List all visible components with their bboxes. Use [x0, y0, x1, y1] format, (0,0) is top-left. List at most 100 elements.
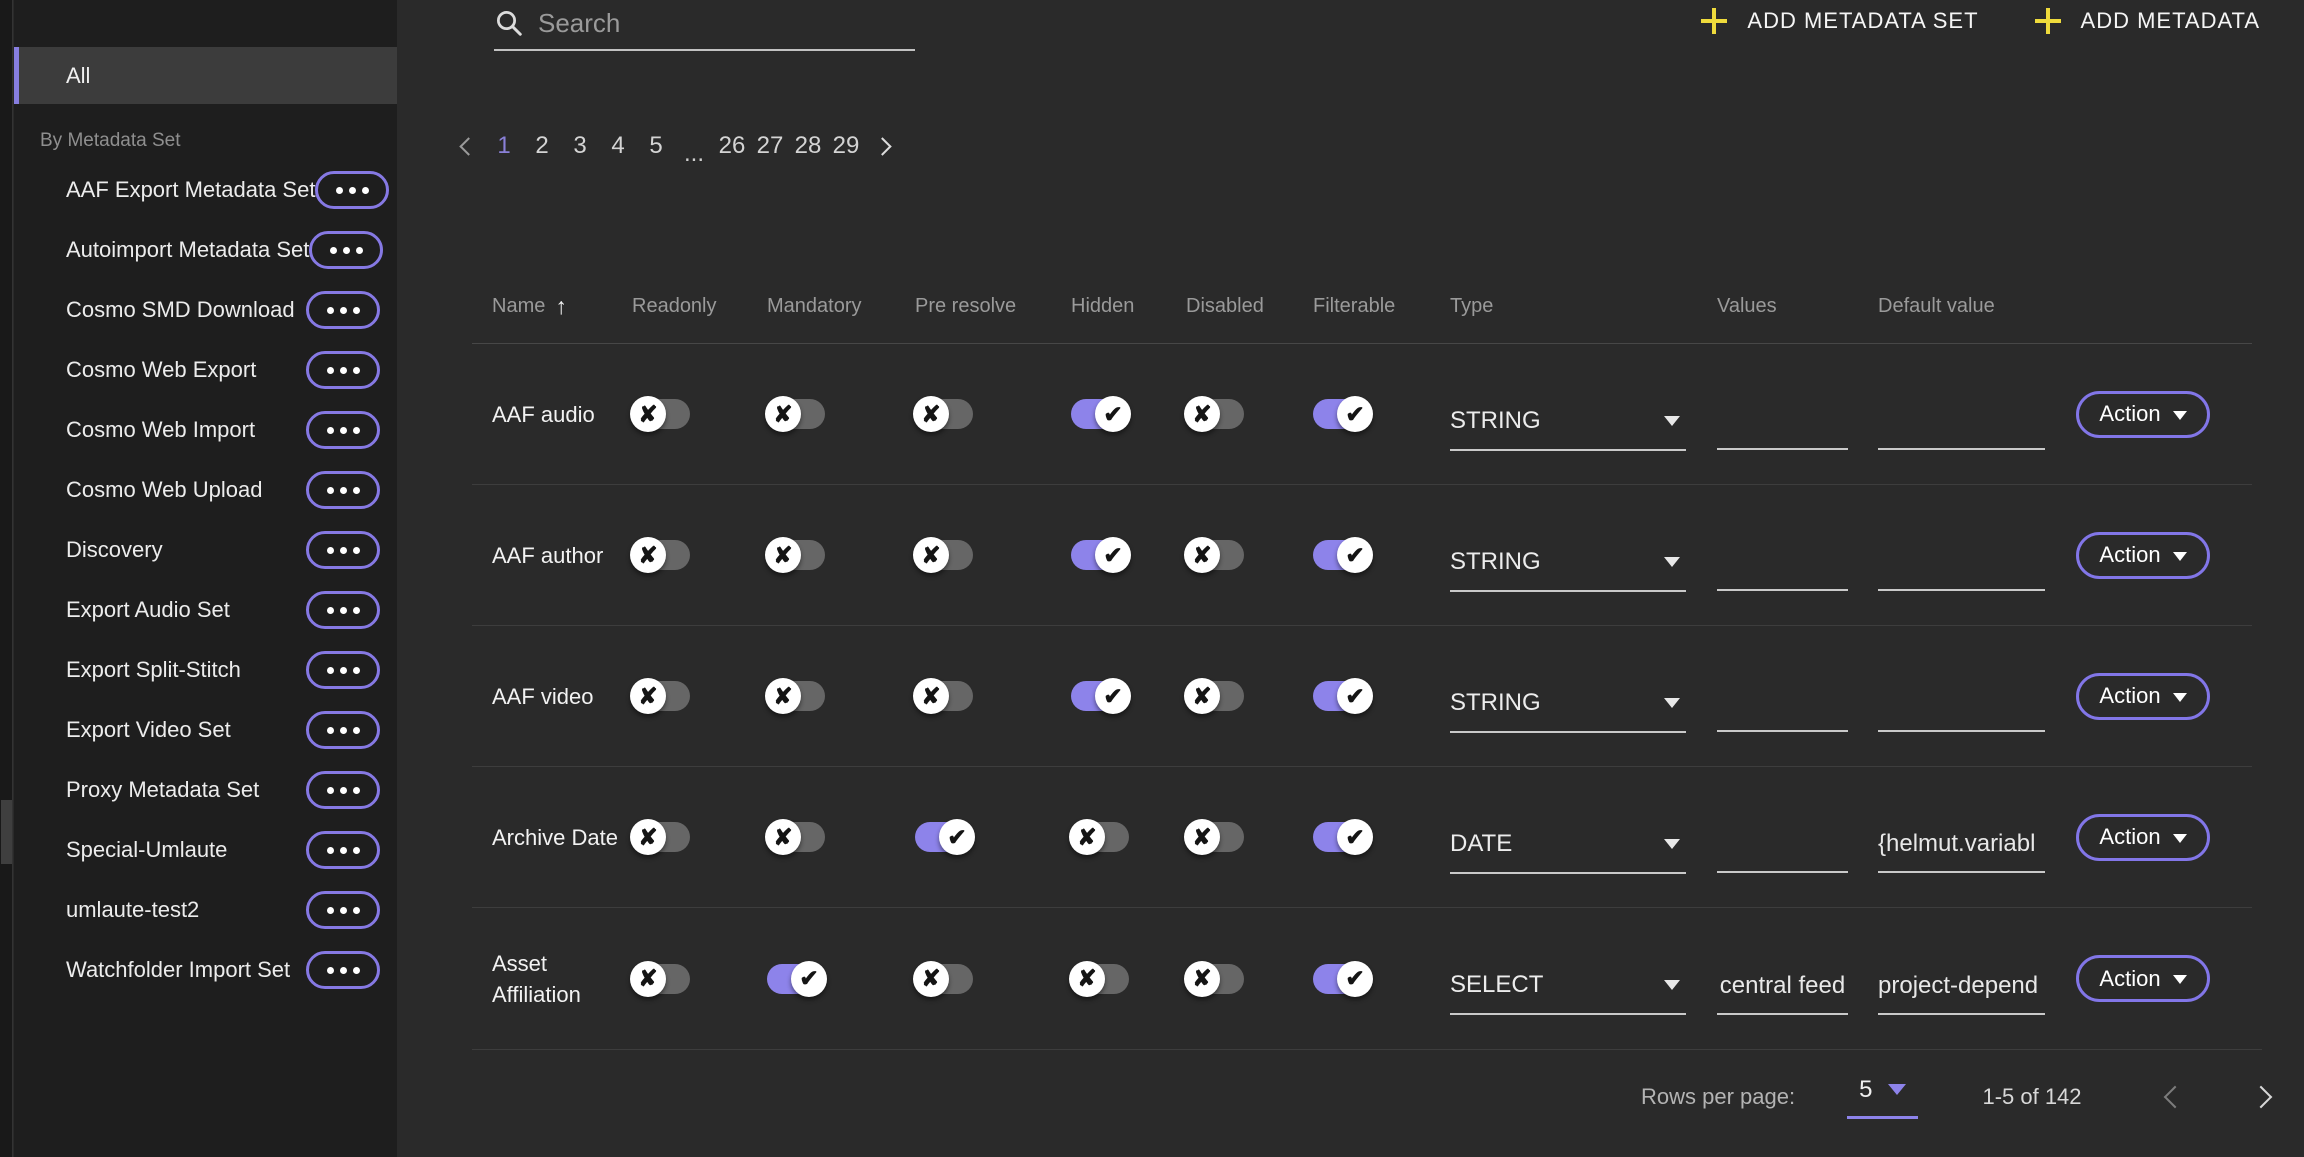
pre-resolve-toggle[interactable]: ✘ [915, 681, 973, 711]
page-button-28[interactable]: 28 [794, 132, 822, 160]
more-options-button[interactable] [309, 231, 383, 269]
default-value-field[interactable] [1878, 688, 2045, 732]
type-select[interactable]: STRING [1450, 406, 1686, 451]
disabled-toggle[interactable]: ✘ [1186, 540, 1244, 570]
filterable-toggle[interactable]: ✔ [1313, 681, 1371, 711]
more-options-button[interactable] [306, 531, 380, 569]
page-button-2[interactable]: 2 [528, 132, 556, 160]
filterable-toggle[interactable]: ✔ [1313, 964, 1371, 994]
disabled-toggle[interactable]: ✘ [1186, 681, 1244, 711]
sidebar-item[interactable]: Discovery [14, 520, 397, 580]
sidebar-item-all[interactable]: All [14, 47, 397, 104]
filterable-toggle[interactable]: ✔ [1313, 822, 1371, 852]
disabled-toggle[interactable]: ✘ [1186, 964, 1244, 994]
sidebar-item[interactable]: Special-Umlaute [14, 820, 397, 880]
default-value-field[interactable]: {helmut.variabl [1878, 829, 2045, 873]
page-next-button[interactable] [870, 128, 894, 164]
pre-resolve-toggle[interactable]: ✘ [915, 399, 973, 429]
type-select[interactable]: STRING [1450, 547, 1686, 592]
values-field[interactable]: central feed [1717, 971, 1848, 1015]
sidebar-item[interactable]: Watchfolder Import Set [14, 940, 397, 1000]
default-value-field[interactable]: project-depend [1878, 971, 2045, 1015]
more-options-button[interactable] [306, 951, 380, 989]
add-metadata-button[interactable]: ADD METADATA [2035, 8, 2260, 34]
pre-resolve-toggle[interactable]: ✘ [915, 540, 973, 570]
filterable-toggle[interactable]: ✔ [1313, 540, 1371, 570]
page-button-4[interactable]: 4 [604, 132, 632, 160]
action-button[interactable]: Action [2076, 955, 2210, 1002]
page-button-3[interactable]: 3 [566, 132, 594, 160]
more-options-button[interactable] [306, 711, 380, 749]
sidebar-item[interactable]: Cosmo Web Import [14, 400, 397, 460]
sidebar-item[interactable]: AAF Export Metadata Set [14, 160, 397, 220]
type-select[interactable]: STRING [1450, 688, 1686, 733]
more-options-button[interactable] [306, 291, 380, 329]
more-options-button[interactable] [306, 471, 380, 509]
sidebar-item[interactable]: umlaute-test2 [14, 880, 397, 940]
sidebar-item[interactable]: Cosmo SMD Download [14, 280, 397, 340]
more-options-button[interactable] [306, 651, 380, 689]
header-name[interactable]: Name ↑ [472, 293, 624, 320]
values-field[interactable] [1717, 688, 1848, 732]
sidebar-item[interactable]: Cosmo Web Upload [14, 460, 397, 520]
values-field[interactable] [1717, 829, 1848, 873]
readonly-toggle[interactable]: ✘ [632, 399, 690, 429]
more-options-button[interactable] [315, 171, 389, 209]
mandatory-toggle[interactable]: ✔ [767, 964, 825, 994]
more-options-button[interactable] [306, 771, 380, 809]
more-options-button[interactable] [306, 351, 380, 389]
action-button[interactable]: Action [2076, 814, 2210, 861]
search-input[interactable] [538, 6, 915, 40]
more-options-button[interactable] [306, 411, 380, 449]
page-button-29[interactable]: 29 [832, 132, 860, 160]
rows-per-page-select[interactable]: 5 [1847, 1076, 1918, 1119]
page-button-26[interactable]: 26 [718, 132, 746, 160]
action-button[interactable]: Action [2076, 391, 2210, 438]
type-select[interactable]: SELECT [1450, 970, 1686, 1015]
more-options-button[interactable] [306, 591, 380, 629]
default-value-field[interactable] [1878, 406, 2045, 450]
hidden-toggle[interactable]: ✔ [1071, 399, 1129, 429]
sidebar-item[interactable]: Proxy Metadata Set [14, 760, 397, 820]
scrollbar-thumb[interactable] [1, 800, 12, 864]
mandatory-toggle[interactable]: ✘ [767, 681, 825, 711]
readonly-toggle[interactable]: ✘ [632, 540, 690, 570]
values-field[interactable] [1717, 547, 1848, 591]
action-button[interactable]: Action [2076, 532, 2210, 579]
sidebar-item[interactable]: Autoimport Metadata Set [14, 220, 397, 280]
pre-resolve-toggle[interactable]: ✔ [915, 822, 973, 852]
page-button-5[interactable]: 5 [642, 132, 670, 160]
mandatory-toggle[interactable]: ✘ [767, 540, 825, 570]
type-select[interactable]: DATE [1450, 829, 1686, 874]
footer-prev-page-button[interactable] [2160, 1075, 2190, 1119]
hidden-toggle[interactable]: ✔ [1071, 681, 1129, 711]
sidebar-item[interactable]: Export Audio Set [14, 580, 397, 640]
add-metadata-set-button[interactable]: ADD METADATA SET [1701, 8, 1978, 34]
more-options-button[interactable] [306, 891, 380, 929]
hidden-toggle[interactable]: ✔ [1071, 540, 1129, 570]
pre-resolve-toggle[interactable]: ✘ [915, 964, 973, 994]
mandatory-toggle[interactable]: ✘ [767, 399, 825, 429]
sidebar-item[interactable]: Export Video Set [14, 700, 397, 760]
disabled-toggle[interactable]: ✘ [1186, 822, 1244, 852]
readonly-toggle[interactable]: ✘ [632, 964, 690, 994]
hidden-toggle[interactable]: ✘ [1071, 964, 1129, 994]
filterable-toggle[interactable]: ✔ [1313, 399, 1371, 429]
hidden-toggle[interactable]: ✘ [1071, 822, 1129, 852]
readonly-toggle[interactable]: ✘ [632, 822, 690, 852]
ellipsis-icon [340, 667, 347, 674]
sidebar-scrollbar[interactable] [0, 0, 13, 1157]
sidebar-item[interactable]: Cosmo Web Export [14, 340, 397, 400]
default-value-field[interactable] [1878, 547, 2045, 591]
more-options-button[interactable] [306, 831, 380, 869]
page-prev-button[interactable] [456, 128, 480, 164]
action-button[interactable]: Action [2076, 673, 2210, 720]
page-button-27[interactable]: 27 [756, 132, 784, 160]
readonly-toggle[interactable]: ✘ [632, 681, 690, 711]
footer-next-page-button[interactable] [2246, 1075, 2276, 1119]
disabled-toggle[interactable]: ✘ [1186, 399, 1244, 429]
values-field[interactable] [1717, 406, 1848, 450]
sidebar-item[interactable]: Export Split-Stitch [14, 640, 397, 700]
page-button-1[interactable]: 1 [490, 132, 518, 160]
mandatory-toggle[interactable]: ✘ [767, 822, 825, 852]
